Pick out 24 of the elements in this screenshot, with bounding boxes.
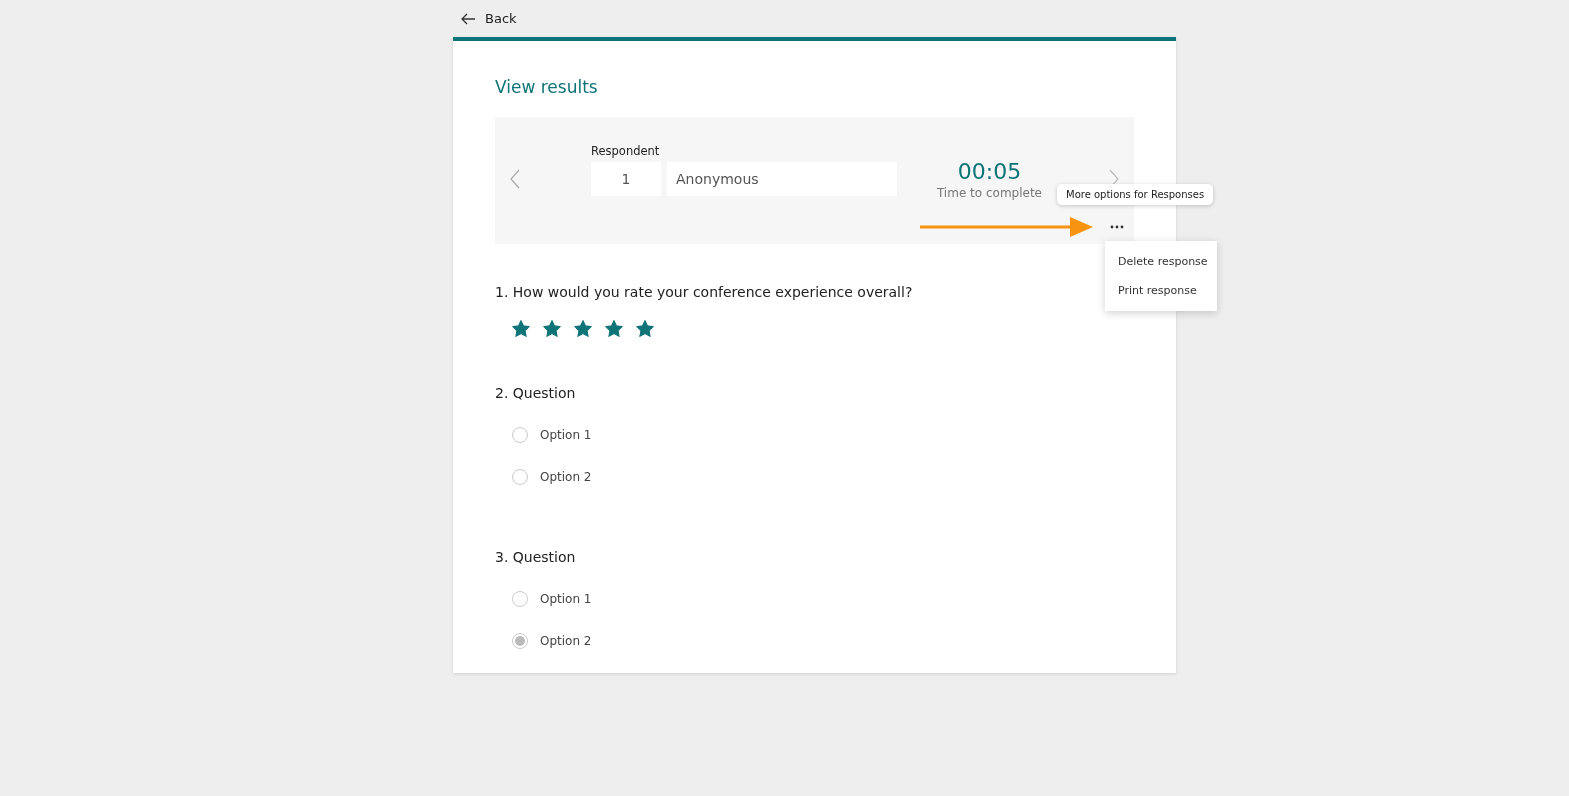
option-label: Option 1: [540, 592, 592, 606]
respondent-name-field[interactable]: Anonymous: [667, 162, 897, 196]
question-title: 3. Question: [495, 549, 576, 565]
respondent-label: Respondent: [591, 144, 661, 158]
option-label: Option 1: [540, 428, 592, 442]
page-title: View results: [495, 77, 599, 97]
star-icon[interactable]: [512, 320, 530, 337]
star-icon[interactable]: [574, 320, 592, 337]
question-title: 2. Question: [495, 385, 576, 401]
option-label: Option 2: [540, 634, 592, 648]
time-label: Time to complete: [936, 186, 1042, 200]
star-icon[interactable]: [636, 320, 654, 337]
question-title: 1. How would you rate your conference experience overall?: [495, 284, 913, 300]
back-arrow-icon: [461, 12, 476, 25]
back-button[interactable]: Back: [461, 11, 517, 26]
tooltip: More options for Responses: [1057, 184, 1214, 205]
star-icon[interactable]: [543, 320, 561, 337]
option-label: Option 2: [540, 470, 592, 484]
menu-item[interactable]: Delete response: [1105, 247, 1217, 276]
time-value: 00:05: [957, 159, 1022, 184]
star-icon[interactable]: [605, 320, 623, 337]
more-icon: [1110, 225, 1124, 229]
menu-item[interactable]: Print response: [1105, 276, 1217, 305]
respondent-number-field[interactable]: 1: [591, 162, 661, 196]
